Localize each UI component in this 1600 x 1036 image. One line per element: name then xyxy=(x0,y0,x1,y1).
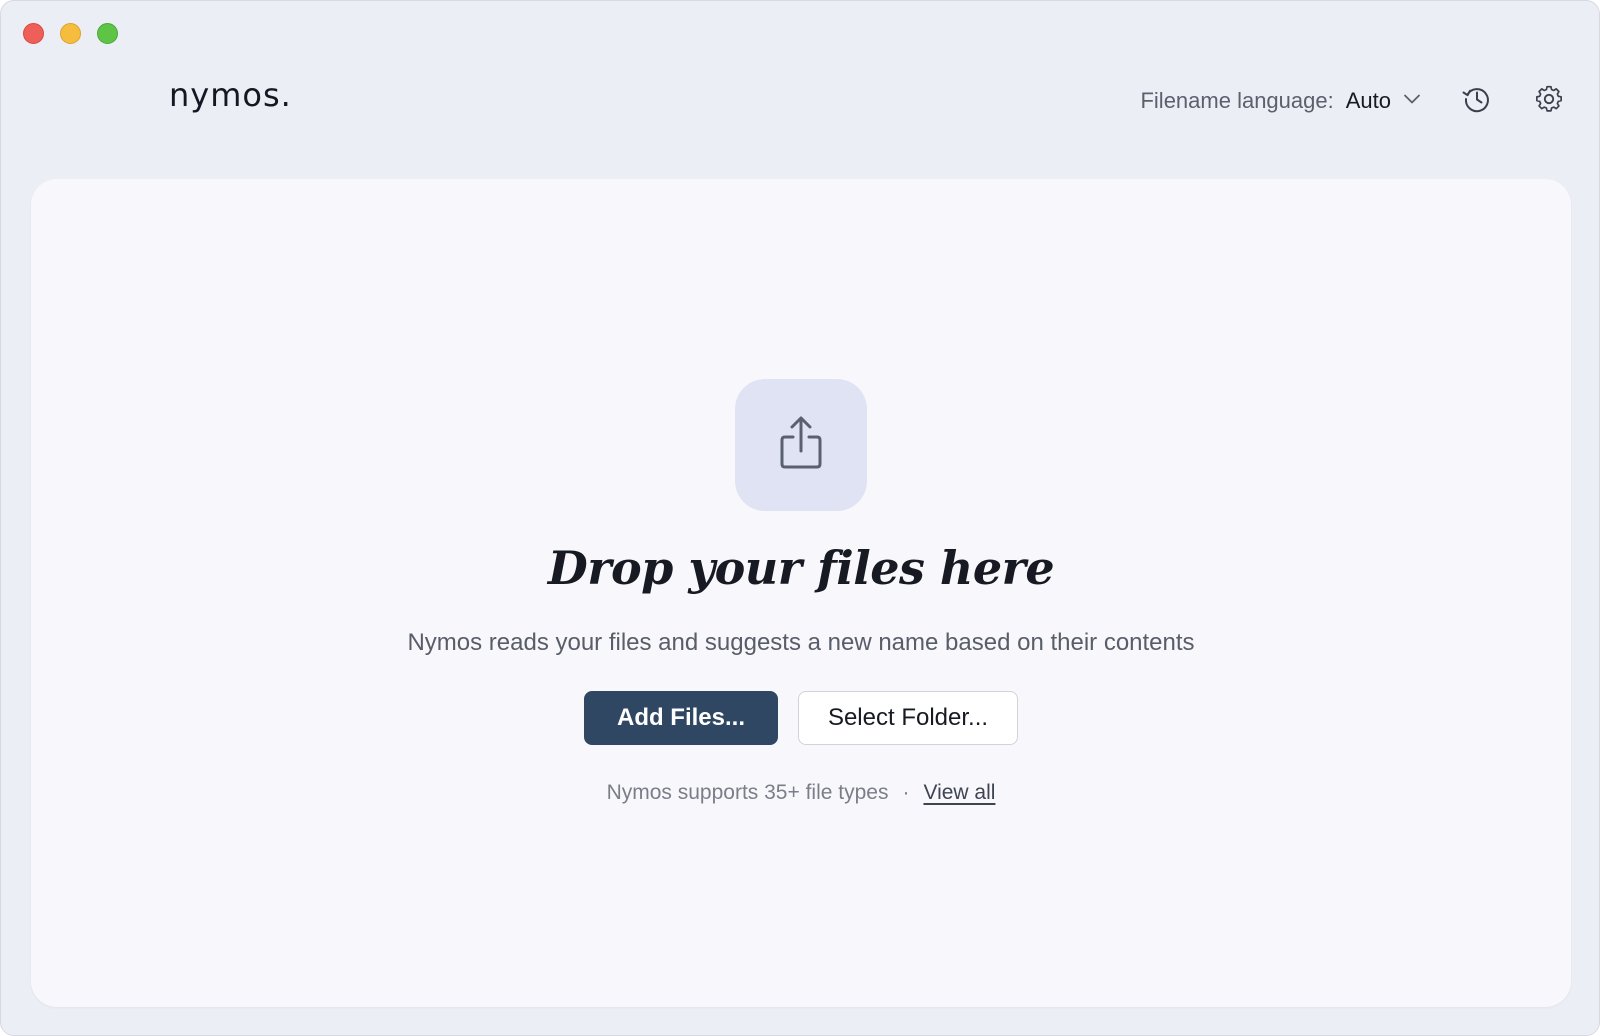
history-icon xyxy=(1461,83,1493,120)
history-button[interactable] xyxy=(1457,81,1497,121)
close-window-button[interactable] xyxy=(23,23,44,44)
settings-button[interactable] xyxy=(1529,81,1569,121)
share-upload-icon xyxy=(777,415,825,476)
drop-zone[interactable]: Drop your files here Nymos reads your fi… xyxy=(31,179,1571,1007)
supported-types-note: Nymos supports 35+ file types · View all xyxy=(31,781,1571,805)
supported-types-text: Nymos supports 35+ file types xyxy=(606,781,889,804)
select-folder-button[interactable]: Select Folder... xyxy=(798,691,1018,745)
filename-language-label: Filename language: xyxy=(1140,88,1334,113)
drop-actions: Add Files... Select Folder... xyxy=(31,691,1571,745)
zoom-window-button[interactable] xyxy=(97,23,118,44)
filename-language-dropdown[interactable]: Auto xyxy=(1346,88,1421,114)
minimize-window-button[interactable] xyxy=(60,23,81,44)
upload-tile xyxy=(735,379,867,511)
add-files-button[interactable]: Add Files... xyxy=(584,691,778,745)
separator-dot: · xyxy=(902,781,910,804)
header-controls: Filename language: Auto xyxy=(1140,81,1569,121)
drop-subtitle: Nymos reads your files and suggests a ne… xyxy=(407,629,1195,656)
app-window: nymos. Filename language: Auto Drop your… xyxy=(0,0,1600,1036)
drop-title: Drop your files here xyxy=(547,541,1055,595)
view-all-link[interactable]: View all xyxy=(923,781,995,805)
app-logo: nymos. xyxy=(169,76,292,114)
gear-icon xyxy=(1534,84,1564,119)
filename-language-value: Auto xyxy=(1345,88,1391,113)
window-controls xyxy=(23,23,118,44)
chevron-down-icon xyxy=(1403,92,1421,110)
